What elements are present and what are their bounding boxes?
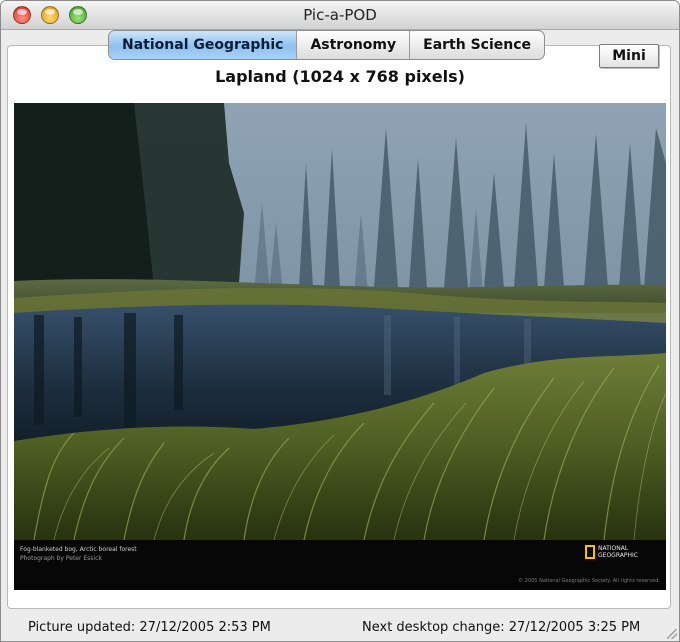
photo-caption: Fog-blanketed bog, Arctic boreal forest — [20, 546, 137, 553]
photo-credit: Photograph by Peter Essick — [20, 555, 102, 562]
tab-astronomy[interactable]: Astronomy — [296, 31, 409, 59]
picture-updated-status: Picture updated: 27/12/2005 2:53 PM — [28, 620, 271, 635]
national-geographic-logo: NATIONAL GEOGRAPHIC — [585, 545, 658, 559]
resize-grip-icon[interactable] — [667, 629, 677, 639]
yellow-border-icon — [585, 545, 595, 559]
picture-title: Lapland (1024 x 768 pixels) — [215, 67, 465, 86]
copyright-text: © 2005 National Geographic Society. All … — [518, 578, 660, 584]
mini-button[interactable]: Mini — [599, 44, 659, 68]
picture-of-the-day[interactable]: Fog-blanketed bog, Arctic boreal forest … — [14, 103, 666, 590]
lapland-photo-illustration — [14, 103, 666, 540]
tab-national-geographic[interactable]: National Geographic — [109, 31, 297, 59]
tab-earth-science[interactable]: Earth Science — [409, 31, 544, 59]
source-tabs: National Geographic Astronomy Earth Scie… — [108, 30, 546, 60]
next-change-status: Next desktop change: 27/12/2005 3:25 PM — [362, 620, 641, 635]
window-title: Pic-a-POD — [303, 6, 377, 24]
app-window: Pic-a-POD National Geographic Astronomy … — [0, 0, 680, 642]
logo-text: NATIONAL GEOGRAPHIC — [598, 545, 638, 559]
photo-caption-bar: Fog-blanketed bog, Arctic boreal forest … — [14, 540, 666, 590]
title-bar[interactable]: Pic-a-POD — [1, 1, 679, 30]
